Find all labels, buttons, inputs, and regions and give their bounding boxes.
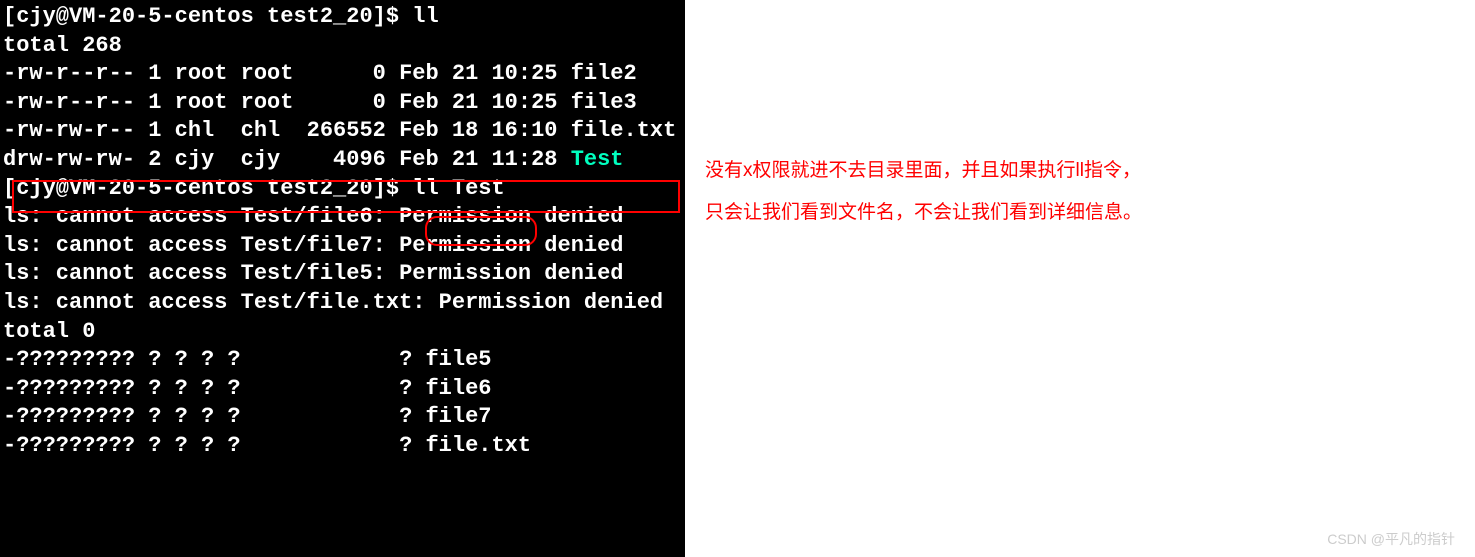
denied-file-entry: -????????? ? ? ? ? ? file7 [0, 403, 685, 432]
denied-file-list: -????????? ? ? ? ? ? file5-????????? ? ?… [0, 346, 685, 460]
error-line: ls: cannot access Test/file.txt: Permiss… [0, 289, 685, 318]
terminal-window[interactable]: [cjy@VM-20-5-centos test2_20]$ ll total … [0, 0, 685, 557]
terminal-line: [cjy@VM-20-5-centos test2_20]$ ll [0, 3, 685, 32]
terminal-total: total 268 [0, 32, 685, 61]
denied-file-entry: -????????? ? ? ? ? ? file5 [0, 346, 685, 375]
file-entry: -rw-r--r-- 1 root root 0 Feb 21 10:25 fi… [0, 60, 685, 89]
prompt: [cjy@VM-20-5-centos test2_20]$ [3, 4, 412, 29]
terminal-line: [cjy@VM-20-5-centos test2_20]$ ll Test [0, 175, 685, 204]
file-entry: -rw-rw-r-- 1 chl chl 266552 Feb 18 16:10… [0, 117, 685, 146]
error-line: ls: cannot access Test/file5: Permission… [0, 260, 685, 289]
annotation-text: 没有x权限就进不去目录里面，并且如果执行ll指令， 只会让我们看到文件名，不会让… [685, 0, 1142, 557]
error-list: ls: cannot access Test/file6: Permission… [0, 203, 685, 317]
error-line: ls: cannot access Test/file6: Permission… [0, 203, 685, 232]
denied-file-entry: -????????? ? ? ? ? ? file6 [0, 375, 685, 404]
file-list: -rw-r--r-- 1 root root 0 Feb 21 10:25 fi… [0, 60, 685, 174]
prompt: [cjy@VM-20-5-centos test2_20]$ [3, 176, 412, 201]
file-entry: -rw-r--r-- 1 root root 0 Feb 21 10:25 fi… [0, 89, 685, 118]
command-text: ll Test [412, 176, 504, 201]
annotation-line: 只会让我们看到文件名，不会让我们看到详细信息。 [705, 192, 1142, 234]
error-line: ls: cannot access Test/file7: Permission… [0, 232, 685, 261]
command-text: ll [412, 4, 438, 29]
denied-file-entry: -????????? ? ? ? ? ? file.txt [0, 432, 685, 461]
dir-name: Test [571, 147, 624, 172]
watermark: CSDN @平凡的指针 [1327, 529, 1455, 549]
terminal-total: total 0 [0, 318, 685, 347]
annotation-line: 没有x权限就进不去目录里面，并且如果执行ll指令， [705, 150, 1142, 192]
file-entry: drw-rw-rw- 2 cjy cjy 4096 Feb 21 11:28 T… [0, 146, 685, 175]
